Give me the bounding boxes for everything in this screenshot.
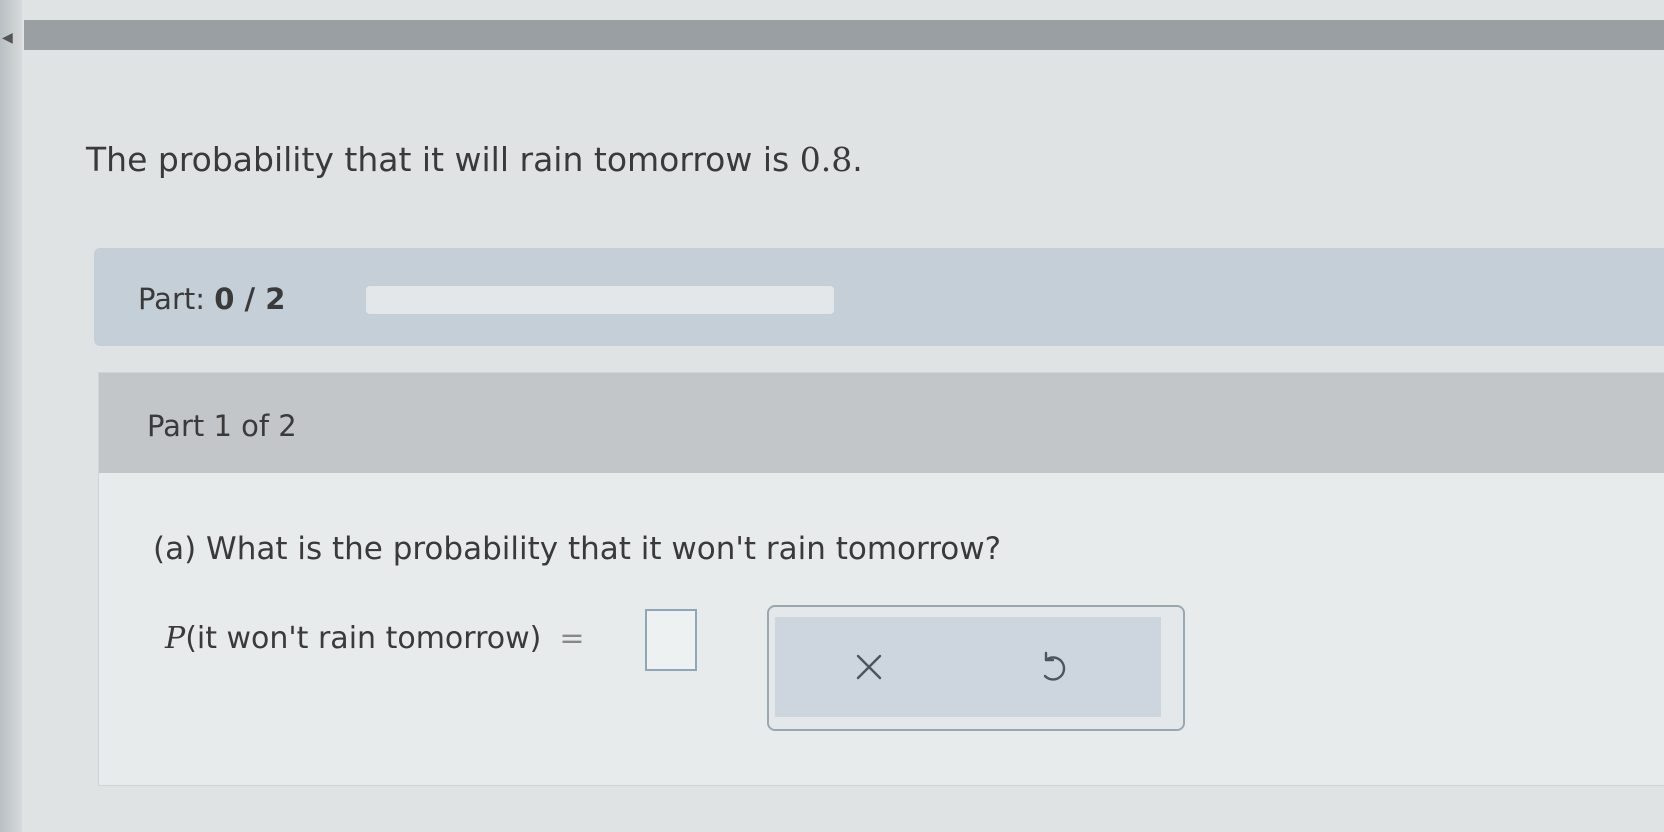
progress-completed: 0 [214, 282, 235, 316]
left-edge: ◀ [0, 0, 22, 832]
progress-total: 2 [265, 282, 286, 316]
undo-button[interactable] [1023, 637, 1083, 697]
clear-button[interactable] [839, 637, 899, 697]
part-card: Part 1 of 2 (a) What is the probability … [98, 372, 1664, 786]
progress-bar: Part: 0 / 2 [94, 248, 1664, 346]
equation-p: P [165, 621, 186, 656]
equation-argument: (it won't rain tomorrow) [185, 621, 542, 656]
undo-icon [1043, 651, 1066, 681]
answer-equation: P(it won't rain tomorrow) = [165, 621, 585, 656]
top-bar [24, 20, 1664, 50]
x-icon [856, 654, 882, 680]
problem-statement: The probability that it will rain tomorr… [86, 140, 863, 179]
question-text: (a) What is the probability that it won'… [153, 531, 1002, 567]
answer-input[interactable] [645, 609, 697, 671]
collapse-arrow-icon[interactable]: ◀ [2, 30, 13, 46]
part-header: Part 1 of 2 [99, 373, 1664, 473]
part-header-label: Part 1 of 2 [147, 409, 297, 443]
statement-period: . [852, 140, 863, 179]
progress-separator: / [234, 282, 266, 316]
statement-value: 0.8 [799, 140, 853, 179]
tools-panel [767, 605, 1185, 731]
progress-label-text: Part: [138, 282, 206, 316]
progress-track [366, 286, 834, 314]
tools-inner [775, 617, 1161, 717]
statement-text: The probability that it will rain tomorr… [86, 140, 800, 179]
equals-sign: = [559, 621, 585, 656]
progress-label: Part: 0 / 2 [138, 282, 285, 316]
